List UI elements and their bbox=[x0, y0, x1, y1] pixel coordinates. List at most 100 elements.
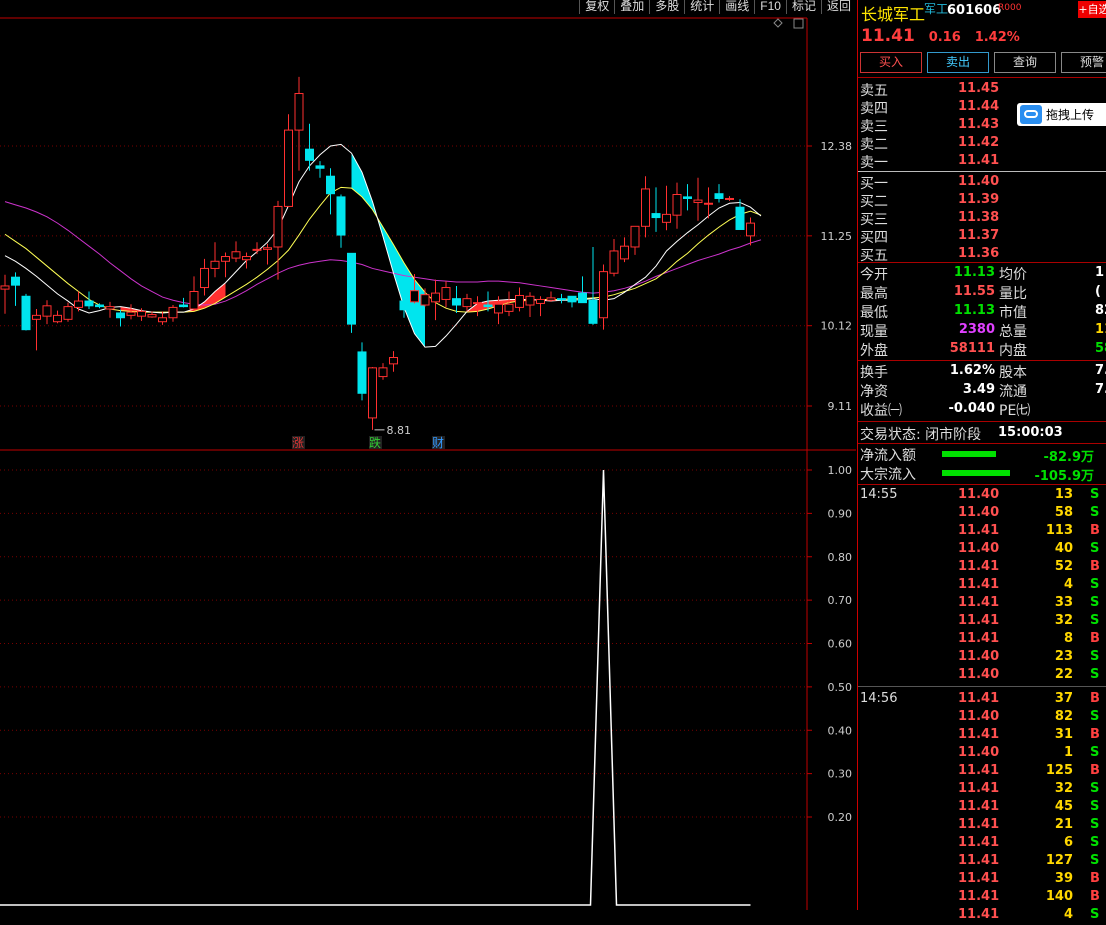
tick-side: B bbox=[1090, 523, 1100, 538]
tick-volume: 125 bbox=[1045, 763, 1073, 778]
query-button[interactable]: 查询 bbox=[994, 52, 1056, 73]
tick-row: 11.40 40 S bbox=[860, 541, 1106, 559]
bid-row[interactable]: 买五 11.36 bbox=[860, 245, 1106, 264]
bid-row[interactable]: 买四 11.37 bbox=[860, 227, 1106, 246]
stat-row: 最低 11.13 市值 82 bbox=[860, 302, 1106, 321]
indicator-tick-label: 0.50 bbox=[828, 681, 853, 694]
candle-body bbox=[315, 165, 325, 169]
price-tick-label: 10.12 bbox=[821, 320, 853, 333]
candle-body bbox=[567, 295, 577, 303]
kline-chart-area[interactable]: 12.38 11.25 10.12 9.11 8.81 涨 跌 财 1.00 0.90 0.80 0.… bbox=[0, 0, 856, 910]
tick-volume: 22 bbox=[1054, 667, 1073, 682]
toolbar-item-2[interactable]: 多股 bbox=[649, 0, 685, 14]
stat-label: 净资 bbox=[860, 384, 888, 400]
stat-value: -0.040 bbox=[948, 401, 995, 416]
tick-volume: 40 bbox=[1054, 541, 1073, 556]
stat-label: 现量 bbox=[860, 324, 888, 340]
candle-body bbox=[662, 213, 671, 223]
candle-body bbox=[515, 294, 524, 308]
indicator-tick-label: 0.20 bbox=[828, 811, 853, 824]
low-marker-label: 8.81 bbox=[387, 424, 412, 437]
tick-time: 14:56 bbox=[860, 691, 898, 706]
indicator-line bbox=[0, 469, 751, 906]
ask-row[interactable]: 卖一 11.41 bbox=[860, 152, 1106, 171]
level-price: 11.39 bbox=[958, 192, 1000, 207]
tick-side: S bbox=[1090, 853, 1100, 868]
tick-side: S bbox=[1090, 835, 1100, 850]
candle-body bbox=[641, 188, 650, 227]
flow-bar bbox=[942, 470, 1010, 476]
ask-row[interactable]: 卖二 11.42 bbox=[860, 134, 1106, 153]
add-favorite-button[interactable]: +自选 bbox=[1078, 1, 1106, 18]
event-tag: 涨 bbox=[292, 435, 304, 450]
level-price: 11.43 bbox=[958, 117, 1000, 132]
diamond-icon bbox=[773, 18, 783, 28]
tick-side: B bbox=[1090, 763, 1100, 778]
tick-side: B bbox=[1090, 889, 1100, 904]
tick-side: S bbox=[1090, 487, 1100, 502]
level-price: 11.40 bbox=[958, 174, 1000, 189]
toolbar-item-7[interactable]: 返回 bbox=[820, 0, 856, 14]
tick-price: 11.41 bbox=[958, 835, 1000, 850]
drag-upload-button[interactable]: 拖拽上传 bbox=[1017, 103, 1106, 126]
level-label: 买二 bbox=[860, 194, 888, 210]
candle-body bbox=[441, 287, 451, 300]
candle-body bbox=[158, 317, 167, 323]
candle-body bbox=[609, 250, 619, 274]
tick-volume: 113 bbox=[1045, 523, 1073, 538]
sector-tag[interactable]: 军工 bbox=[924, 0, 948, 17]
tick-price: 11.41 bbox=[958, 631, 1000, 646]
tick-side: S bbox=[1090, 577, 1100, 592]
alert-button[interactable]: 预警 bbox=[1061, 52, 1106, 73]
stat-label: 最低 bbox=[860, 305, 888, 321]
candle-body bbox=[588, 299, 598, 324]
candle-body bbox=[105, 306, 115, 310]
tick-side: B bbox=[1090, 871, 1100, 886]
trade-status-row: 交易状态: 闭市阶段 15:00:03 bbox=[860, 424, 1106, 443]
tick-price: 11.41 bbox=[958, 799, 1000, 814]
candle-body bbox=[735, 206, 745, 230]
stat-label: 最高 bbox=[860, 286, 888, 302]
price-row: 11.41 0.16 1.42% bbox=[861, 26, 1028, 46]
tick-price: 11.40 bbox=[958, 667, 1000, 682]
candle-body bbox=[11, 276, 20, 286]
level-label: 卖二 bbox=[860, 137, 888, 153]
toolbar-item-5[interactable]: F10 bbox=[754, 0, 786, 14]
stat-row: 净资 3.49 流通 7.2 bbox=[860, 381, 1106, 400]
price-change-pct: 1.42% bbox=[974, 30, 1020, 45]
stat-label: 量比 bbox=[999, 286, 1027, 302]
candle-body bbox=[273, 205, 283, 248]
tick-volume: 39 bbox=[1054, 871, 1073, 886]
candle-body bbox=[483, 304, 493, 308]
candle-body bbox=[126, 311, 136, 316]
toolbar-item-1[interactable]: 叠加 bbox=[614, 0, 650, 14]
trade-status: 交易状态: 闭市阶段 bbox=[860, 427, 982, 443]
divider bbox=[858, 484, 1106, 485]
ask-row[interactable]: 卖五 11.45 bbox=[860, 80, 1106, 99]
flow-label: 大宗流入 bbox=[860, 467, 916, 483]
divider bbox=[858, 443, 1106, 444]
stat-value: 3.49 bbox=[962, 382, 995, 397]
divider bbox=[858, 77, 1106, 78]
stat-label: 收益㈠ bbox=[860, 403, 902, 419]
tick-row: 11.40 58 S bbox=[860, 505, 1106, 523]
last-price: 11.41 bbox=[861, 26, 915, 46]
candle-body bbox=[284, 129, 293, 207]
bid-row[interactable]: 买二 11.39 bbox=[860, 191, 1106, 210]
sell-button[interactable]: 卖出 bbox=[927, 52, 989, 73]
candle-body bbox=[231, 251, 241, 259]
bid-row[interactable]: 买一 11.40 bbox=[860, 173, 1106, 192]
toolbar-item-0[interactable]: 复权 bbox=[579, 0, 615, 14]
toolbar-item-4[interactable]: 画线 bbox=[719, 0, 755, 14]
candle-body bbox=[462, 298, 472, 308]
bid-row[interactable]: 买三 11.38 bbox=[860, 209, 1106, 228]
toolbar-item-6[interactable]: 标记 bbox=[785, 0, 821, 14]
candle-body bbox=[494, 303, 503, 314]
level-label: 卖五 bbox=[860, 83, 888, 99]
tick-row: 11.41 127 S bbox=[860, 853, 1106, 871]
toolbar-item-3[interactable]: 统计 bbox=[684, 0, 720, 14]
tick-volume: 4 bbox=[1063, 907, 1073, 922]
buy-button[interactable]: 买入 bbox=[860, 52, 922, 73]
kline-chart[interactable]: 12.38 11.25 10.12 9.11 8.81 涨 跌 财 1.00 0.90 0.80 0.… bbox=[0, 0, 856, 910]
candle-body bbox=[74, 300, 83, 308]
